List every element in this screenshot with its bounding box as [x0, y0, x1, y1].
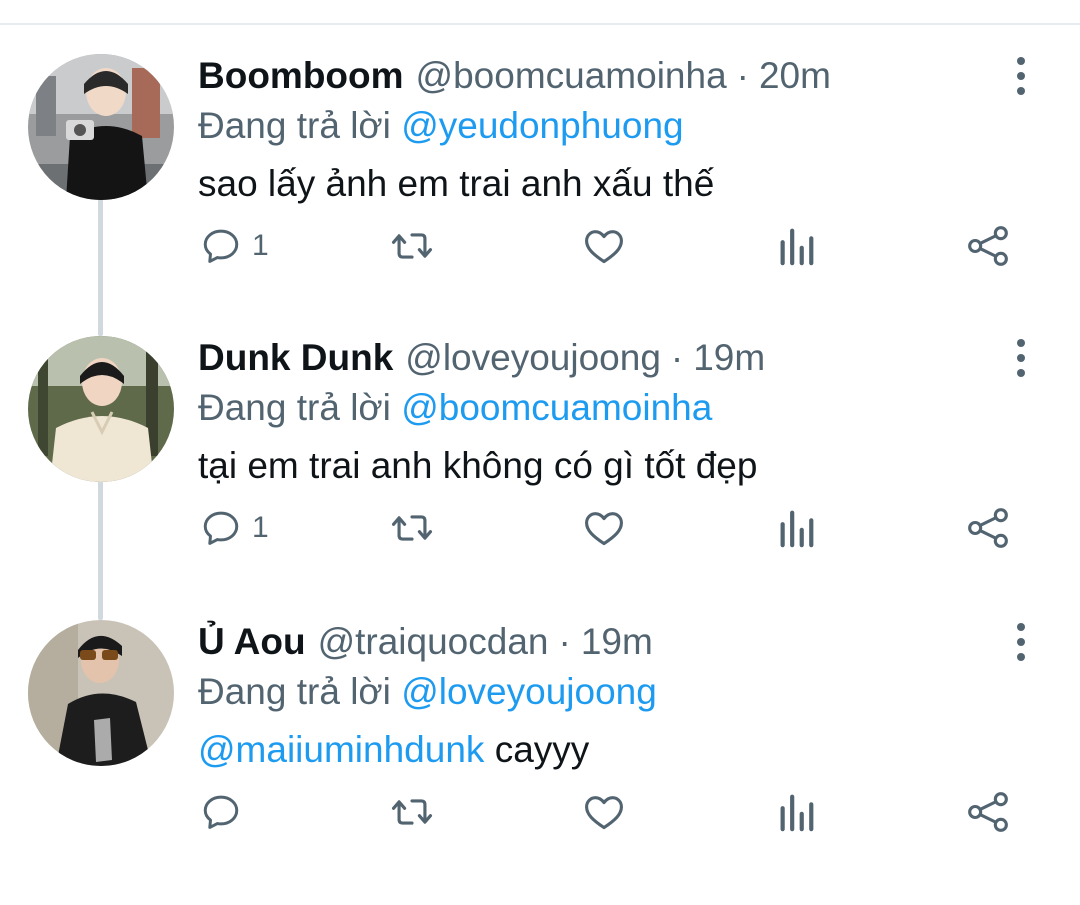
user-handle[interactable]: @boomcuamoinha — [416, 54, 727, 98]
analytics-icon — [780, 510, 814, 548]
reply-button[interactable]: 1 — [200, 222, 269, 270]
reply-context: Đang trả lời @yeudonphuong — [198, 104, 684, 148]
reply-count: 1 — [252, 511, 269, 544]
body-mention[interactable]: @maiiuminhdunk — [198, 729, 484, 770]
like-icon — [585, 230, 623, 264]
tweet-text: sao lấy ảnh em trai anh xấu thế — [198, 162, 714, 206]
like-button[interactable] — [582, 504, 626, 552]
analytics-button[interactable] — [776, 222, 816, 270]
reply-prefix: Đang trả lời — [198, 105, 391, 146]
action-bar: 1 — [0, 504, 1080, 552]
tweet-body: tại em trai anh không có gì tốt đẹp — [198, 445, 758, 486]
reply-to-mention[interactable]: @boomcuamoinha — [401, 387, 712, 428]
tweet-body: sao lấy ảnh em trai anh xấu thế — [198, 163, 715, 204]
separator: · — [736, 55, 749, 96]
share-icon — [968, 792, 1008, 832]
retweet-icon — [391, 233, 433, 259]
like-button[interactable] — [582, 788, 626, 836]
share-icon — [968, 508, 1008, 548]
display-name[interactable]: Boomboom — [198, 54, 404, 98]
tweet-header: Boomboom @boomcuamoinha · 20m — [198, 54, 831, 98]
analytics-icon — [780, 228, 814, 266]
timestamp[interactable]: 19m — [581, 620, 653, 664]
top-divider — [0, 23, 1080, 25]
reply-prefix: Đang trả lời — [198, 387, 391, 428]
user-handle[interactable]: @loveyoujoong — [405, 336, 661, 380]
tweet-header: Ủ Aou @traiquocdan · 19m — [198, 620, 653, 664]
avatar[interactable] — [28, 620, 174, 766]
tweet-header: Dunk Dunk @loveyoujoong · 19m — [198, 336, 765, 380]
reply-count: 1 — [252, 229, 269, 262]
display-name[interactable]: Dunk Dunk — [198, 336, 393, 380]
tweet-text: @maiiuminhdunk cayyy — [198, 728, 589, 772]
retweet-button[interactable] — [388, 222, 436, 270]
reply-button[interactable]: 1 — [200, 504, 269, 552]
like-icon — [585, 796, 623, 830]
like-icon — [585, 512, 623, 546]
avatar[interactable] — [28, 336, 174, 482]
timestamp[interactable]: 19m — [693, 336, 765, 380]
reply-context: Đang trả lời @loveyoujoong — [198, 670, 657, 714]
reply-icon — [203, 511, 239, 545]
action-bar: 1 — [0, 222, 1080, 270]
analytics-button[interactable] — [776, 504, 816, 552]
tweet-body: cayyy — [484, 729, 590, 770]
action-bar — [0, 788, 1080, 836]
share-button[interactable] — [966, 222, 1010, 270]
user-handle[interactable]: @traiquocdan — [318, 620, 549, 664]
analytics-icon — [780, 794, 814, 832]
share-button[interactable] — [966, 788, 1010, 836]
avatar[interactable] — [28, 54, 174, 200]
separator: · — [558, 621, 571, 662]
reply-context: Đang trả lời @boomcuamoinha — [198, 386, 712, 430]
like-button[interactable] — [582, 222, 626, 270]
timestamp[interactable]: 20m — [759, 54, 831, 98]
display-name[interactable]: Ủ Aou — [198, 620, 306, 664]
reply-to-mention[interactable]: @yeudonphuong — [401, 105, 683, 146]
more-options-icon[interactable] — [1008, 620, 1034, 664]
reply-icon — [203, 229, 239, 263]
analytics-button[interactable] — [776, 788, 816, 836]
retweet-icon — [391, 515, 433, 541]
retweet-button[interactable] — [388, 788, 436, 836]
share-icon — [968, 226, 1008, 266]
more-options-icon[interactable] — [1008, 336, 1034, 380]
share-button[interactable] — [966, 504, 1010, 552]
tweet[interactable]: Boomboom @boomcuamoinha · 20m Đang trả l… — [0, 54, 1080, 339]
more-options-icon[interactable] — [1008, 54, 1034, 98]
reply-prefix: Đang trả lời — [198, 671, 391, 712]
separator: · — [670, 337, 684, 378]
retweet-button[interactable] — [388, 504, 436, 552]
reply-to-mention[interactable]: @loveyoujoong — [401, 671, 657, 712]
tweet[interactable]: Dunk Dunk @loveyoujoong · 19m Đang trả l… — [0, 336, 1080, 621]
reply-icon — [203, 795, 239, 829]
tweet-text: tại em trai anh không có gì tốt đẹp — [198, 444, 757, 488]
retweet-icon — [391, 799, 433, 825]
tweet[interactable]: Ủ Aou @traiquocdan · 19m Đang trả lời @l… — [0, 620, 1080, 905]
reply-button[interactable] — [200, 788, 252, 836]
